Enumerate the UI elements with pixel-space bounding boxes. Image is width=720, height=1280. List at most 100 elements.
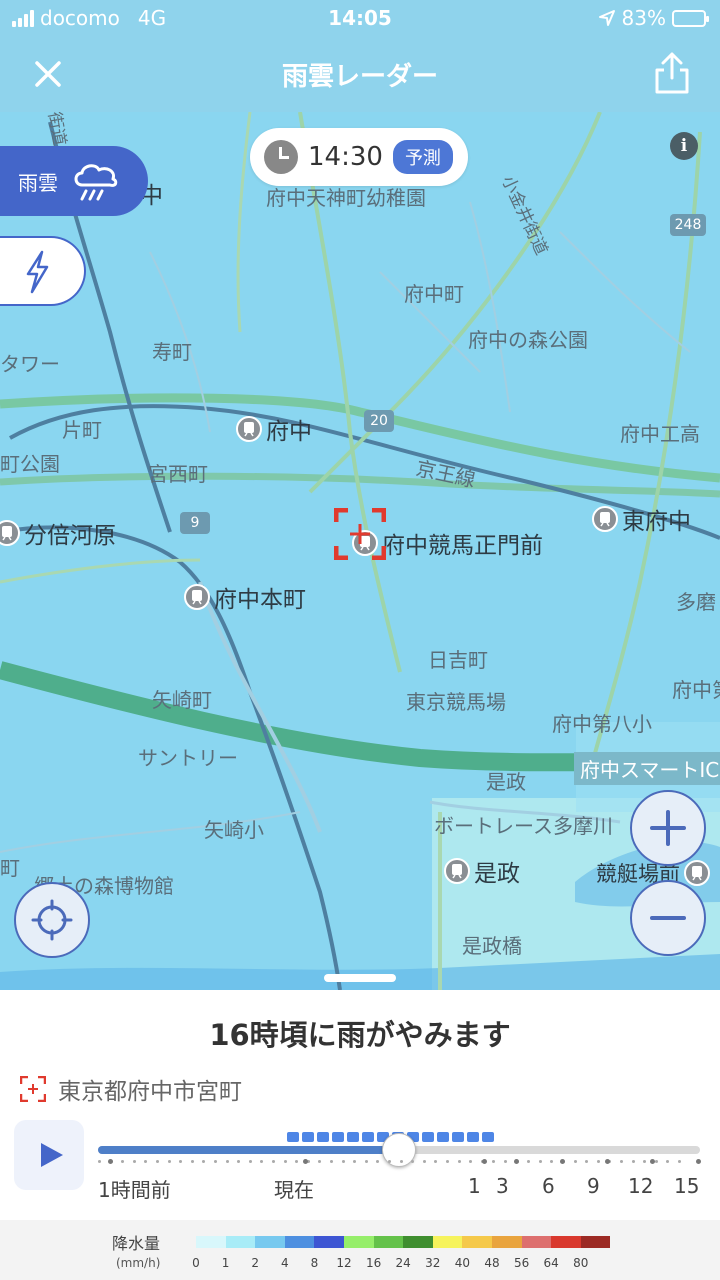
map-label: 府中スマートIC — [574, 752, 720, 785]
timeline-tick — [504, 1160, 507, 1163]
timeline-label: 12 — [628, 1174, 654, 1198]
map-label: 府中第八小 — [552, 712, 652, 736]
map-label: 町 — [0, 856, 20, 880]
legend-value: 24 — [395, 1256, 411, 1270]
layer-label: 雨雲 — [18, 170, 58, 195]
station-marker[interactable]: 是政 — [444, 854, 520, 888]
radar-map[interactable]: 府中天神町幼稚園 中 府中町 寿町 タワー 府中の森公園 片町 町公園 宮西町 … — [0, 112, 720, 990]
map-label: 府中町 — [404, 282, 464, 306]
timeline-progress — [98, 1146, 399, 1154]
station-name: 是政 — [474, 861, 520, 887]
timeline-tick — [573, 1160, 577, 1163]
timeline-tick — [121, 1160, 125, 1163]
info-button[interactable]: i — [670, 132, 698, 160]
timeline-label: 現在 — [274, 1178, 314, 1202]
timeline-tick — [272, 1160, 275, 1163]
timeline-tick — [283, 1160, 287, 1163]
legend-swatch — [462, 1236, 492, 1248]
lightning-layer-button[interactable] — [0, 236, 86, 306]
station-marker[interactable]: 府中 — [236, 412, 312, 446]
minus-icon — [650, 916, 686, 920]
share-button[interactable] — [652, 50, 692, 96]
legend-value: 32 — [425, 1256, 441, 1270]
timeline-tick — [318, 1160, 322, 1163]
map-label: 是政橋 — [462, 934, 522, 958]
timeline-tick — [620, 1160, 623, 1163]
station-marker[interactable]: 東府中 — [592, 502, 691, 536]
timeline-tick — [388, 1160, 391, 1163]
map-label: 片町 — [62, 418, 102, 442]
legend-value: 2 — [251, 1256, 260, 1270]
clock-icon — [264, 140, 298, 174]
rain-block — [302, 1132, 314, 1142]
timeline-tick — [260, 1160, 264, 1163]
timeline-label: 3 — [496, 1174, 509, 1198]
station-name: 府中競馬正門前 — [382, 533, 543, 559]
map-label: ボートレース多摩川 — [434, 814, 613, 838]
legend-swatch — [432, 1236, 463, 1248]
zoom-out-button[interactable] — [630, 880, 706, 956]
station-name: 東府中 — [622, 509, 691, 535]
legend-swatch — [255, 1236, 285, 1248]
lightning-icon — [26, 250, 49, 294]
rain-block — [437, 1132, 449, 1142]
status-right: 83% — [598, 6, 709, 30]
timeline-tick — [666, 1160, 670, 1163]
share-icon — [655, 52, 689, 94]
map-label: 町公園 — [0, 452, 60, 476]
locate-me-button[interactable] — [14, 882, 90, 958]
road-shield: 248 — [670, 214, 706, 236]
zoom-in-button[interactable] — [630, 790, 706, 866]
plus-icon — [650, 810, 686, 846]
map-label: 府中の森公園 — [468, 328, 588, 352]
timeline-major-tick — [482, 1159, 487, 1164]
timeline-label: 1 — [468, 1174, 481, 1198]
timeline-tick — [446, 1160, 449, 1163]
timeline-slider[interactable] — [98, 1133, 700, 1167]
legend-value: 80 — [573, 1256, 589, 1270]
forecast-time-pill[interactable]: 14:30 予測 — [250, 128, 468, 186]
timeline-label: 15 — [674, 1174, 700, 1198]
timeline-tick — [214, 1160, 217, 1163]
timeline-tick — [654, 1160, 658, 1163]
timeline-tick — [376, 1160, 380, 1163]
train-icon — [184, 584, 210, 610]
timeline-tick — [341, 1160, 345, 1163]
play-button[interactable] — [14, 1120, 84, 1190]
legend-value: 8 — [310, 1256, 319, 1270]
legend-value: 64 — [543, 1256, 559, 1270]
station-marker[interactable]: 府中本町 — [184, 580, 306, 614]
rain-block — [482, 1132, 494, 1142]
train-icon — [0, 520, 20, 546]
legend-value: 16 — [365, 1256, 382, 1270]
rain-block — [287, 1132, 299, 1142]
legend-value: 1 — [221, 1256, 230, 1270]
legend-swatch — [403, 1236, 433, 1248]
timeline-tick — [156, 1160, 159, 1163]
forecast-badge: 予測 — [392, 140, 453, 174]
map-label: 宮西町 — [148, 462, 208, 486]
timeline-tick — [492, 1160, 496, 1163]
timeline-major-tick — [696, 1159, 701, 1164]
timeline-tick — [167, 1160, 171, 1163]
legend-swatch — [196, 1236, 226, 1248]
map-label: 是政 — [486, 770, 526, 794]
rain-cloud-layer-button[interactable]: 雨雲 — [0, 146, 148, 216]
timeline-tick — [550, 1160, 554, 1163]
sheet-drag-handle[interactable] — [324, 974, 396, 982]
map-label: サントリー — [138, 746, 238, 770]
legend-value: 48 — [484, 1256, 500, 1270]
timeline-tick — [678, 1160, 681, 1163]
timeline-tick — [527, 1160, 531, 1163]
legend-swatch — [225, 1236, 256, 1248]
map-label: 府中第 — [672, 678, 720, 702]
timeline-tick — [190, 1160, 194, 1163]
timeline-major-tick — [303, 1159, 308, 1164]
legend-swatch — [521, 1236, 552, 1248]
map-label: 東京競馬場 — [406, 690, 506, 714]
station-marker[interactable]: 分倍河原 — [0, 516, 116, 550]
rain-block — [422, 1132, 434, 1142]
timeline-tick — [179, 1160, 183, 1163]
forecast-time: 14:30 — [308, 142, 383, 172]
page-title: 雨雲レーダー — [281, 62, 438, 92]
